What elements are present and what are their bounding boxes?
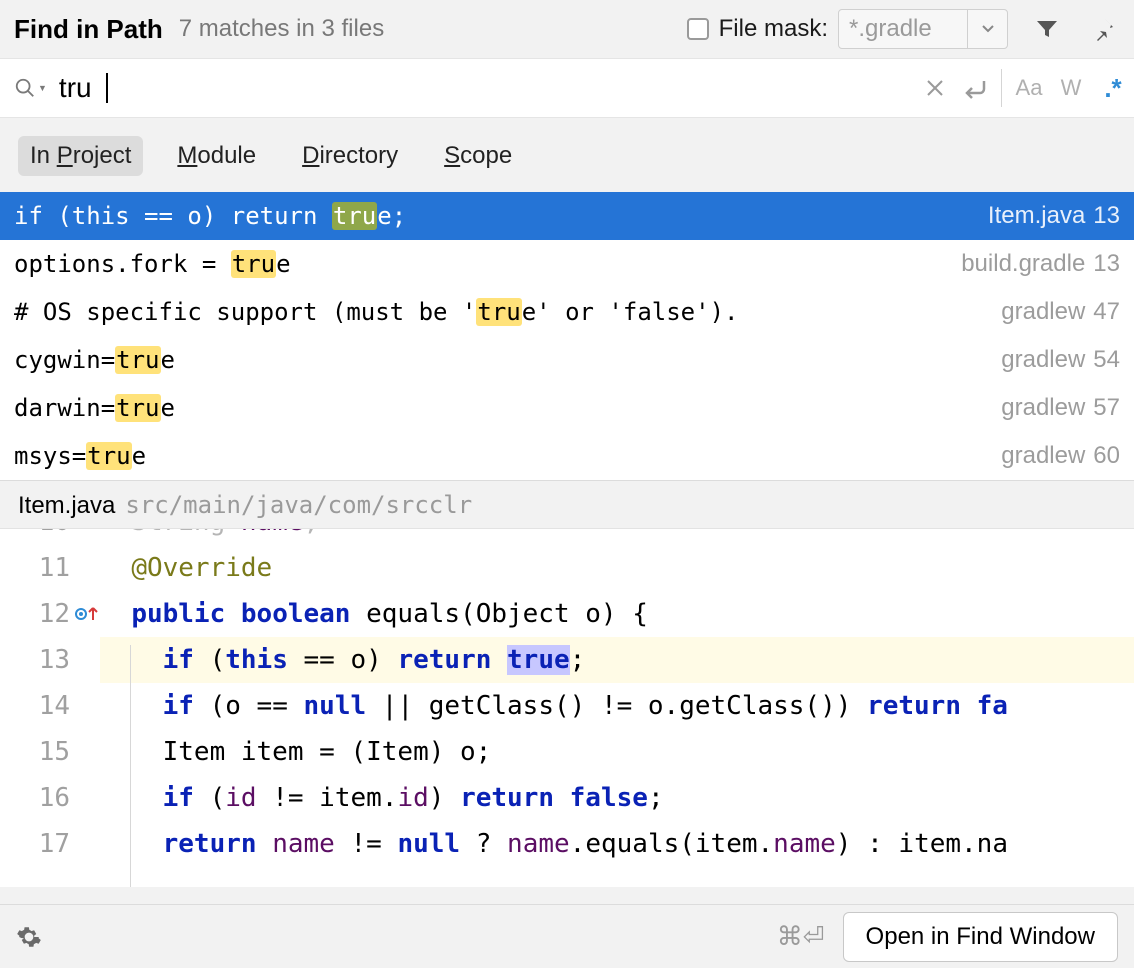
text-caret: [106, 73, 108, 103]
line-number: 11: [0, 545, 100, 591]
result-row[interactable]: darwin=true gradlew57: [0, 384, 1134, 432]
match-case-toggle[interactable]: Aa: [1008, 75, 1050, 101]
preview-path: src/main/java/com/srcclr: [125, 491, 472, 519]
result-row[interactable]: options.fork = true build.gradle13: [0, 240, 1134, 288]
override-gutter-icon[interactable]: [74, 606, 98, 622]
gear-icon[interactable]: [16, 924, 42, 950]
file-mask-label: File mask:: [719, 15, 828, 43]
result-row[interactable]: # OS specific support (must be 'true' or…: [0, 288, 1134, 336]
preview-filename: Item.java: [18, 492, 115, 520]
scope-tabs: In Project Module Directory Scope: [0, 118, 1134, 192]
open-in-find-window-button[interactable]: Open in Find Window: [843, 912, 1118, 962]
regex-toggle[interactable]: .*: [1092, 73, 1134, 104]
whole-words-toggle[interactable]: W: [1050, 75, 1092, 101]
file-mask-value: *.gradle: [839, 15, 967, 43]
search-input[interactable]: [47, 72, 915, 104]
file-mask-checkbox[interactable]: [687, 18, 709, 40]
file-mask-select[interactable]: *.gradle: [838, 9, 1008, 49]
tab-in-project[interactable]: In Project: [18, 136, 143, 176]
code-preview[interactable]: 10 String name; 11 @Override 12 public b…: [0, 529, 1134, 887]
dialog-title: Find in Path: [14, 14, 163, 45]
result-row[interactable]: msys=true gradlew60: [0, 432, 1134, 480]
line-number: 15: [0, 729, 100, 775]
match-count: 7 matches in 3 files: [179, 15, 677, 43]
search-icon[interactable]: ▼: [14, 77, 47, 99]
pin-icon[interactable]: [1086, 12, 1120, 46]
line-number: 16: [0, 775, 100, 821]
results-list: if (this == o) return true; Item.java13 …: [0, 192, 1134, 480]
tab-scope[interactable]: Scope: [432, 136, 524, 176]
result-row[interactable]: if (this == o) return true; Item.java13: [0, 192, 1134, 240]
clear-icon[interactable]: [915, 68, 955, 108]
tab-module[interactable]: Module: [165, 136, 268, 176]
tab-directory[interactable]: Directory: [290, 136, 410, 176]
line-number: 12: [0, 591, 100, 637]
result-row[interactable]: cygwin=true gradlew54: [0, 336, 1134, 384]
shortcut-hint: ⌘⏎: [777, 921, 825, 952]
filter-icon[interactable]: [1030, 12, 1064, 46]
newline-icon[interactable]: [955, 68, 995, 108]
line-number: 10: [0, 529, 100, 545]
line-number: 17: [0, 821, 100, 867]
line-number: 13: [0, 637, 100, 683]
line-number: 14: [0, 683, 100, 729]
chevron-down-icon[interactable]: [967, 10, 1007, 48]
